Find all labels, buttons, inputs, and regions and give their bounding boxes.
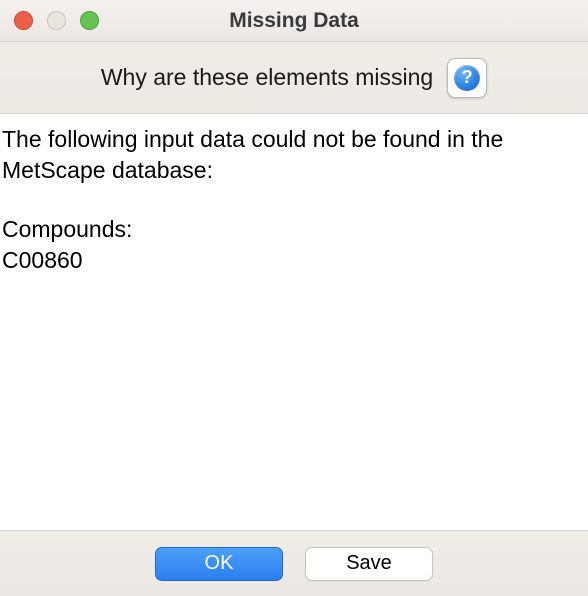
- content-area: The following input data could not be fo…: [0, 114, 588, 530]
- subheader-prompt: Why are these elements missing: [101, 64, 433, 91]
- ok-button[interactable]: OK: [155, 547, 283, 581]
- compounds-heading: Compounds:: [2, 214, 586, 245]
- minimize-window-button[interactable]: [47, 11, 66, 30]
- subheader: Why are these elements missing ?: [0, 42, 588, 114]
- footer: OK Save: [0, 530, 588, 596]
- compounds-section: Compounds: C00860: [2, 214, 586, 276]
- titlebar: Missing Data: [0, 0, 588, 42]
- intro-text: The following input data could not be fo…: [2, 124, 586, 186]
- help-button[interactable]: ?: [447, 58, 487, 98]
- compound-item: C00860: [2, 245, 586, 276]
- window-controls: [0, 11, 99, 30]
- help-icon: ?: [454, 65, 480, 91]
- maximize-window-button[interactable]: [80, 11, 99, 30]
- save-button[interactable]: Save: [305, 547, 433, 581]
- close-window-button[interactable]: [14, 11, 33, 30]
